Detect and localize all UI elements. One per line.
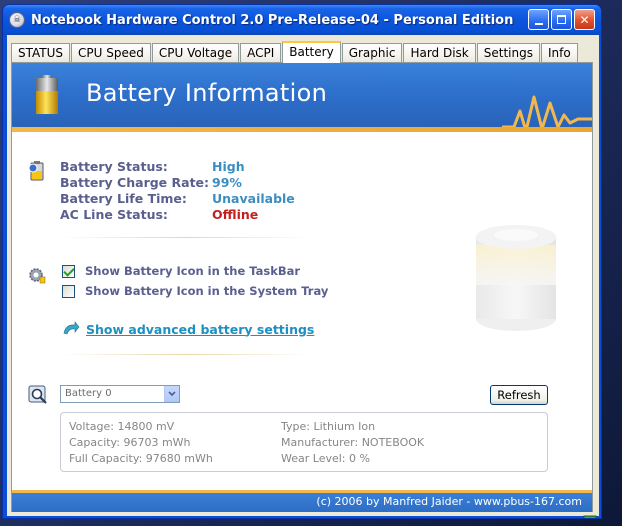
tab-cpu-speed[interactable]: CPU Speed: [71, 43, 151, 63]
charge-rate-label: Battery Charge Rate:: [60, 175, 210, 190]
manufacturer-detail: Manufacturer: NOTEBOOK: [281, 436, 425, 449]
tab-settings[interactable]: Settings: [476, 43, 540, 63]
settings-gear-icon: [29, 268, 46, 284]
refresh-button[interactable]: Refresh: [490, 385, 548, 405]
title-bar[interactable]: ☠ Notebook Hardware Control 2.0 Pre-Rele…: [3, 5, 601, 35]
system-tray-option-label[interactable]: Show Battery Icon in the System Tray: [85, 284, 328, 298]
client-area: STATUS CPU Speed CPU Voltage ACPI Batter…: [7, 35, 599, 519]
tab-info[interactable]: Info: [540, 43, 578, 63]
battery-select-value: Battery 0: [65, 388, 112, 399]
charge-rate-value: 99%: [212, 175, 242, 190]
divider: [60, 237, 310, 238]
wear-level-detail: Wear Level: 0 %: [281, 452, 370, 465]
ac-line-label: AC Line Status:: [60, 207, 168, 222]
life-time-label: Battery Life Time:: [60, 191, 187, 206]
pulse-wave-icon: [502, 95, 592, 127]
battery-status-row: Battery Status: High: [60, 159, 295, 175]
app-icon[interactable]: ☠: [9, 12, 25, 28]
panel-header: Battery Information: [12, 63, 592, 127]
capacity-detail: Capacity: 96703 mWh: [69, 436, 191, 449]
tab-battery[interactable]: Battery: [282, 41, 341, 63]
battery-status-label: Battery Status:: [60, 159, 168, 174]
tab-status[interactable]: STATUS: [11, 43, 71, 63]
tab-hard-disk[interactable]: Hard Disk: [403, 43, 476, 63]
maximize-icon: [557, 15, 566, 24]
tray-status-icon[interactable]: [583, 513, 599, 519]
ac-line-row: AC Line Status: Offline: [60, 207, 295, 223]
magnifier-icon: [28, 385, 47, 404]
full-capacity-detail: Full Capacity: 97680 mWh: [69, 452, 213, 465]
battery-status-value: High: [212, 159, 245, 174]
window-controls: ✕: [528, 9, 595, 30]
advanced-settings-link[interactable]: Show advanced battery settings: [62, 321, 314, 337]
tab-acpi[interactable]: ACPI: [240, 43, 282, 63]
tab-graphic[interactable]: Graphic: [341, 43, 403, 63]
life-time-value: Unavailable: [212, 191, 295, 206]
system-tray-checkbox[interactable]: [62, 284, 75, 298]
copyright-text: (c) 2006 by Manfred Jaider - www.pbus-16…: [316, 495, 582, 508]
window-title: Notebook Hardware Control 2.0 Pre-Releas…: [31, 12, 514, 28]
life-time-row: Battery Life Time: Unavailable: [60, 191, 295, 207]
minimize-icon: [534, 22, 543, 25]
header-divider: [12, 127, 592, 132]
type-detail: Type: Lithium Ion: [281, 420, 376, 433]
taskbar-option-label[interactable]: Show Battery Icon in the TaskBar: [85, 264, 300, 278]
divider: [60, 354, 310, 355]
charge-rate-row: Battery Charge Rate: 99%: [60, 175, 295, 191]
page-title: Battery Information: [86, 79, 328, 107]
battery-details-box: Voltage: 14800 mV Capacity: 96703 mWh Fu…: [60, 412, 548, 472]
ac-line-value: Offline: [212, 207, 259, 222]
close-button[interactable]: ✕: [574, 9, 595, 30]
chevron-down-icon: [168, 391, 176, 397]
taskbar-checkbox[interactable]: [62, 264, 75, 278]
battery-panel: Battery Information Battery Status: High: [11, 62, 593, 512]
battery-status-icon: [28, 161, 44, 181]
voltage-detail: Voltage: 14800 mV: [69, 420, 175, 433]
arrow-curve-icon: [63, 321, 80, 335]
maximize-button[interactable]: [551, 9, 572, 30]
battery-status-list: Battery Status: High Battery Charge Rate…: [60, 159, 295, 223]
tab-cpu-voltage[interactable]: CPU Voltage: [151, 43, 240, 63]
battery-select[interactable]: Battery 0: [60, 385, 180, 403]
tab-strip: STATUS CPU Speed CPU Voltage ACPI Batter…: [11, 41, 579, 63]
close-icon: ✕: [579, 12, 590, 27]
app-window: ☠ Notebook Hardware Control 2.0 Pre-Rele…: [2, 4, 602, 519]
battery-icon: [36, 75, 58, 114]
system-tray-option[interactable]: Show Battery Icon in the System Tray: [62, 284, 328, 298]
footer-bar: (c) 2006 by Manfred Jaider - www.pbus-16…: [12, 490, 592, 512]
advanced-settings-link-text[interactable]: Show advanced battery settings: [86, 322, 314, 337]
minimize-button[interactable]: [528, 9, 549, 30]
battery-watermark-icon: [476, 225, 556, 331]
taskbar-option[interactable]: Show Battery Icon in the TaskBar: [62, 264, 300, 278]
dropdown-arrow-button[interactable]: [164, 386, 179, 402]
